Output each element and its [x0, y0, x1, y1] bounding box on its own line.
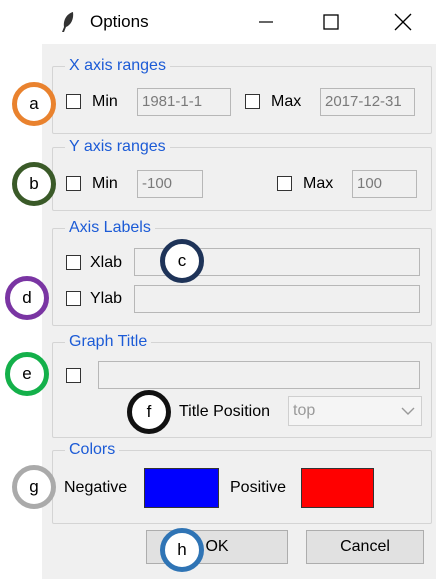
y-min-checkbox[interactable]	[66, 176, 81, 191]
minimize-button[interactable]	[242, 0, 290, 44]
positive-color-swatch[interactable]	[301, 468, 374, 508]
annotation-marker-b: b	[12, 162, 56, 206]
title-position-value: top	[293, 402, 316, 419]
graph-title-input[interactable]	[98, 361, 420, 389]
axis-labels-group-title: Axis Labels	[65, 218, 155, 238]
feather-icon	[62, 12, 74, 32]
window-title: Options	[90, 12, 149, 31]
xlab-checkbox[interactable]	[66, 255, 81, 270]
options-dialog: X axis ranges Min 1981-1-1 Max 2017-12-3…	[42, 44, 436, 579]
title-bar: Options	[0, 0, 437, 44]
ylab-label: Ylab	[90, 290, 123, 307]
title-position-label: Title Position	[179, 403, 270, 420]
close-icon	[394, 13, 412, 31]
chevron-down-icon	[401, 407, 415, 415]
negative-color-swatch[interactable]	[144, 468, 219, 508]
graph-title-checkbox[interactable]	[66, 368, 81, 383]
y-max-input[interactable]: 100	[352, 170, 417, 198]
minimize-icon	[259, 21, 273, 23]
annotation-marker-d: d	[5, 276, 49, 320]
ylab-checkbox[interactable]	[66, 291, 81, 306]
maximize-button[interactable]	[307, 0, 355, 44]
y-axis-group-title: Y axis ranges	[65, 137, 170, 157]
x-max-input[interactable]: 2017-12-31	[320, 88, 415, 116]
x-min-label: Min	[92, 93, 118, 110]
annotation-marker-f: f	[127, 390, 171, 434]
negative-label: Negative	[64, 479, 128, 496]
y-max-checkbox[interactable]	[277, 176, 292, 191]
annotation-marker-g: g	[12, 465, 56, 509]
x-min-input[interactable]: 1981-1-1	[137, 88, 231, 116]
close-button[interactable]	[379, 0, 427, 44]
cancel-button[interactable]: Cancel	[306, 530, 424, 564]
positive-label: Positive	[230, 479, 287, 496]
xlab-label: Xlab	[90, 254, 123, 271]
x-max-label: Max	[271, 93, 302, 110]
y-max-label: Max	[303, 175, 334, 192]
maximize-icon	[323, 14, 339, 30]
y-min-label: Min	[92, 175, 118, 192]
x-max-checkbox[interactable]	[245, 94, 260, 109]
x-axis-group-title: X axis ranges	[65, 56, 170, 76]
title-position-select[interactable]: top	[288, 396, 422, 426]
colors-group-title: Colors	[65, 440, 120, 460]
annotation-marker-e: e	[5, 352, 49, 396]
annotation-marker-c: c	[160, 239, 204, 283]
annotation-marker-h: h	[160, 528, 204, 572]
ylab-input[interactable]	[134, 285, 420, 313]
annotation-marker-a: a	[12, 82, 56, 126]
graph-title-group-title: Graph Title	[65, 332, 152, 352]
x-min-checkbox[interactable]	[66, 94, 81, 109]
y-min-input[interactable]: -100	[137, 170, 203, 198]
